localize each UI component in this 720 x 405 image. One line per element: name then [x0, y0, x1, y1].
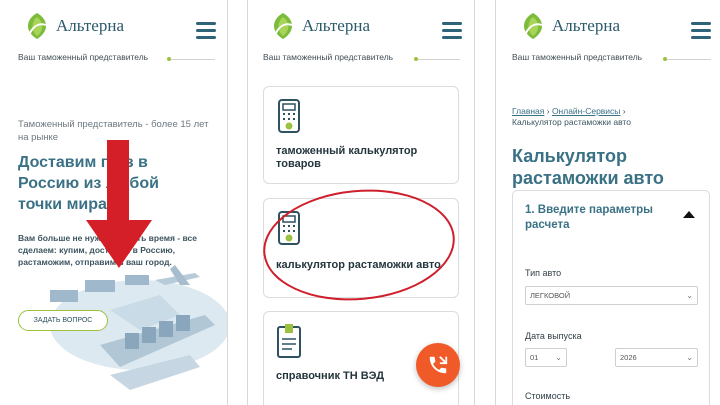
- calculator-form: 1. Введите параметры расчета Тип авто ЛЕ…: [512, 190, 710, 405]
- logo[interactable]: Альтерна: [22, 11, 124, 41]
- leaf-logo-icon: [273, 13, 293, 39]
- menu-icon[interactable]: [196, 22, 216, 39]
- ask-question-button[interactable]: ЗАДАТЬ ВОПРОС: [18, 310, 108, 331]
- menu-icon[interactable]: [691, 22, 711, 39]
- year-select[interactable]: 2026 ⌄: [615, 348, 698, 367]
- calculator-icon: [278, 99, 300, 133]
- cost-label: Стоимость: [525, 391, 571, 401]
- red-arrow-annotation: [86, 140, 152, 268]
- logo[interactable]: Альтерна: [518, 11, 620, 41]
- tagline: Ваш таможенный представитель: [512, 52, 643, 62]
- page-title: Калькулятор растаможки авто: [512, 146, 664, 188]
- phone-icon: [429, 356, 448, 374]
- menu-icon[interactable]: [442, 22, 462, 39]
- tagline-line: [667, 59, 711, 60]
- service-card-goods-calculator[interactable]: таможенный калькулятор товаров: [263, 86, 459, 184]
- brand-name: Альтерна: [552, 16, 620, 35]
- chevron-down-icon: ⌄: [686, 353, 693, 362]
- tagline-line: [418, 59, 460, 60]
- chevron-down-icon: ⌄: [686, 291, 693, 300]
- brand-name: Альтерна: [302, 16, 370, 35]
- car-type-value: ЛЕГКОВОЙ: [530, 291, 571, 300]
- month-value: 01: [530, 353, 539, 362]
- breadcrumb: Главная › Онлайн-Сервисы › Калькулятор р…: [512, 106, 712, 128]
- leaf-logo-icon: [523, 13, 543, 39]
- leaf-logo-icon: [27, 13, 47, 39]
- panel-calculator: Альтерна Ваш таможенный представитель Гл…: [495, 0, 720, 405]
- car-type-label: Тип авто: [525, 268, 562, 278]
- breadcrumb-separator: ›: [622, 106, 626, 116]
- document-icon: [277, 324, 301, 358]
- logo[interactable]: Альтерна: [268, 11, 370, 41]
- brand-name: Альтерна: [56, 16, 124, 35]
- chevron-down-icon: ⌄: [555, 353, 562, 362]
- collapse-caret-icon[interactable]: [683, 211, 695, 218]
- breadcrumb-services[interactable]: Онлайн-Сервисы: [552, 106, 620, 116]
- car-type-select[interactable]: ЛЕГКОВОЙ ⌄: [525, 286, 698, 305]
- step-heading[interactable]: 1. Введите параметры расчета: [525, 203, 675, 233]
- call-button[interactable]: [416, 343, 460, 387]
- breadcrumb-home[interactable]: Главная: [512, 106, 544, 116]
- breadcrumb-current: Калькулятор растаможки авто: [512, 117, 631, 127]
- tagline-line: [171, 59, 215, 60]
- panel-home: Альтерна Ваш таможенный представитель Та…: [0, 0, 228, 405]
- card-label: таможенный калькулятор товаров: [276, 145, 418, 170]
- year-value: 2026: [620, 353, 637, 362]
- month-select[interactable]: 01 ⌄: [525, 348, 567, 367]
- year-label: Дата выпуска: [525, 331, 582, 341]
- tagline: Ваш таможенный представитель: [263, 52, 394, 62]
- tagline: Ваш таможенный представитель: [18, 52, 149, 62]
